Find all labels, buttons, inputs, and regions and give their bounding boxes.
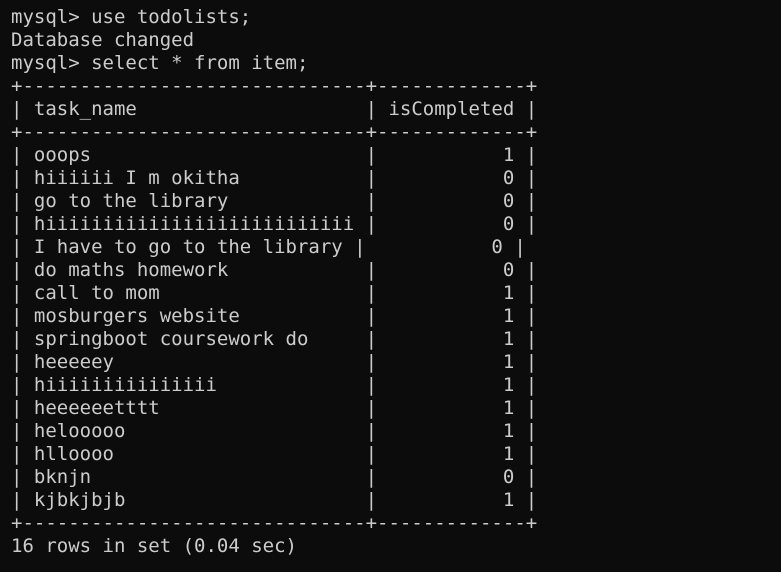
table-row: | bknjn | 0 | [11, 466, 538, 488]
table-border: +------------------------------+--------… [11, 121, 538, 143]
table-border: +------------------------------+--------… [11, 512, 538, 534]
table-row: | go to the library | 0 | [11, 190, 538, 212]
table-row: | heeeeey | 1 | [11, 351, 538, 373]
result-summary: 16 rows in set (0.04 sec) [11, 535, 297, 557]
table-row: | hiiiiii I m okitha | 0 | [11, 167, 538, 189]
table-row: | kjbkjbjb | 1 | [11, 489, 538, 511]
table-row: | mosburgers website | 1 | [11, 305, 538, 327]
table-row: | hiiiiiiiiiiiiiiiiiiiiiiiiiii | 0 | [11, 213, 538, 235]
table-header: | task_name | isCompleted | [11, 98, 538, 120]
table-border: +------------------------------+--------… [11, 75, 538, 97]
output-line: Database changed [11, 29, 195, 51]
command-line: mysql> select * from item; [11, 52, 309, 74]
table-row: | springboot coursework do | 1 | [11, 328, 538, 350]
command-line: mysql> use todolists; [11, 6, 252, 28]
table-row: | hiiiiiiiiiiiiiii | 1 | [11, 374, 538, 396]
table-row: | hlloooo | 1 | [11, 443, 538, 465]
table-row: | I have to go to the library | 0 | [11, 236, 526, 258]
table-row: | heeeeeetttt | 1 | [11, 397, 538, 419]
table-row: | call to mom | 1 | [11, 282, 538, 304]
table-row: | ooops | 1 | [11, 144, 538, 166]
table-row: | do maths homework | 0 | [11, 259, 538, 281]
terminal-window[interactable]: mysql> use todolists; Database changed m… [0, 0, 781, 572]
table-row: | helooooo | 1 | [11, 420, 538, 442]
